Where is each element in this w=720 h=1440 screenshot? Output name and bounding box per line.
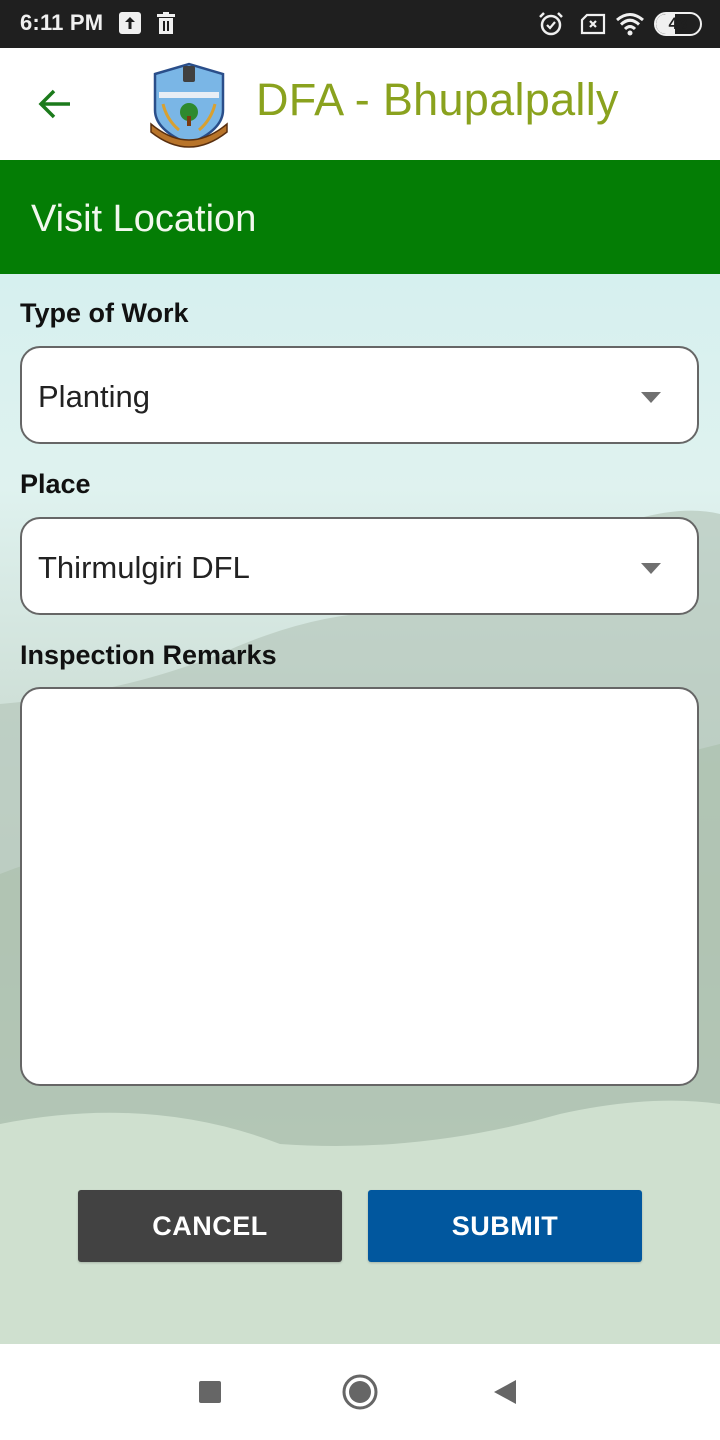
app-header: DFA - Bhupalpally xyxy=(0,48,720,160)
cancel-button[interactable]: CANCEL xyxy=(78,1190,342,1262)
submit-button[interactable]: SUBMIT xyxy=(368,1190,642,1262)
status-time: 6:11 PM xyxy=(20,10,104,35)
home-button[interactable] xyxy=(340,1372,380,1412)
type-of-work-select[interactable]: Planting xyxy=(20,346,699,444)
form-content: Type of Work Planting Place Thirmulgiri … xyxy=(0,274,720,1344)
back-triangle-icon xyxy=(494,1380,516,1404)
upload-icon xyxy=(119,12,141,34)
back-button[interactable] xyxy=(30,78,82,130)
place-value: Thirmulgiri DFL xyxy=(38,550,250,585)
page-title: Visit Location xyxy=(31,198,257,240)
section-bar: Visit Location xyxy=(0,160,720,274)
alarm-icon xyxy=(538,11,564,37)
forest-department-logo xyxy=(145,60,233,150)
wifi-icon xyxy=(615,11,645,37)
trash-icon xyxy=(156,12,176,34)
no-sim-icon xyxy=(580,12,606,36)
battery-icon: 43 xyxy=(654,12,702,36)
nav-back-button[interactable] xyxy=(486,1372,526,1412)
inspection-remarks-input[interactable] xyxy=(20,687,699,1086)
app-title: DFA - Bhupalpally xyxy=(256,74,619,125)
type-of-work-value: Planting xyxy=(38,379,151,414)
system-nav-bar xyxy=(0,1344,720,1440)
recents-icon xyxy=(199,1381,221,1403)
arrow-left-icon xyxy=(38,89,70,119)
chevron-down-icon xyxy=(641,563,661,574)
status-bar: 6:11 PM 43 xyxy=(0,0,720,48)
battery-level: 43 xyxy=(668,14,688,33)
home-icon xyxy=(342,1374,378,1410)
inspection-remarks-label: Inspection Remarks xyxy=(20,640,277,670)
place-select[interactable]: Thirmulgiri DFL xyxy=(20,517,699,615)
type-of-work-label: Type of Work xyxy=(20,298,189,328)
recents-button[interactable] xyxy=(190,1372,230,1412)
place-label: Place xyxy=(20,469,91,499)
chevron-down-icon xyxy=(641,392,661,403)
